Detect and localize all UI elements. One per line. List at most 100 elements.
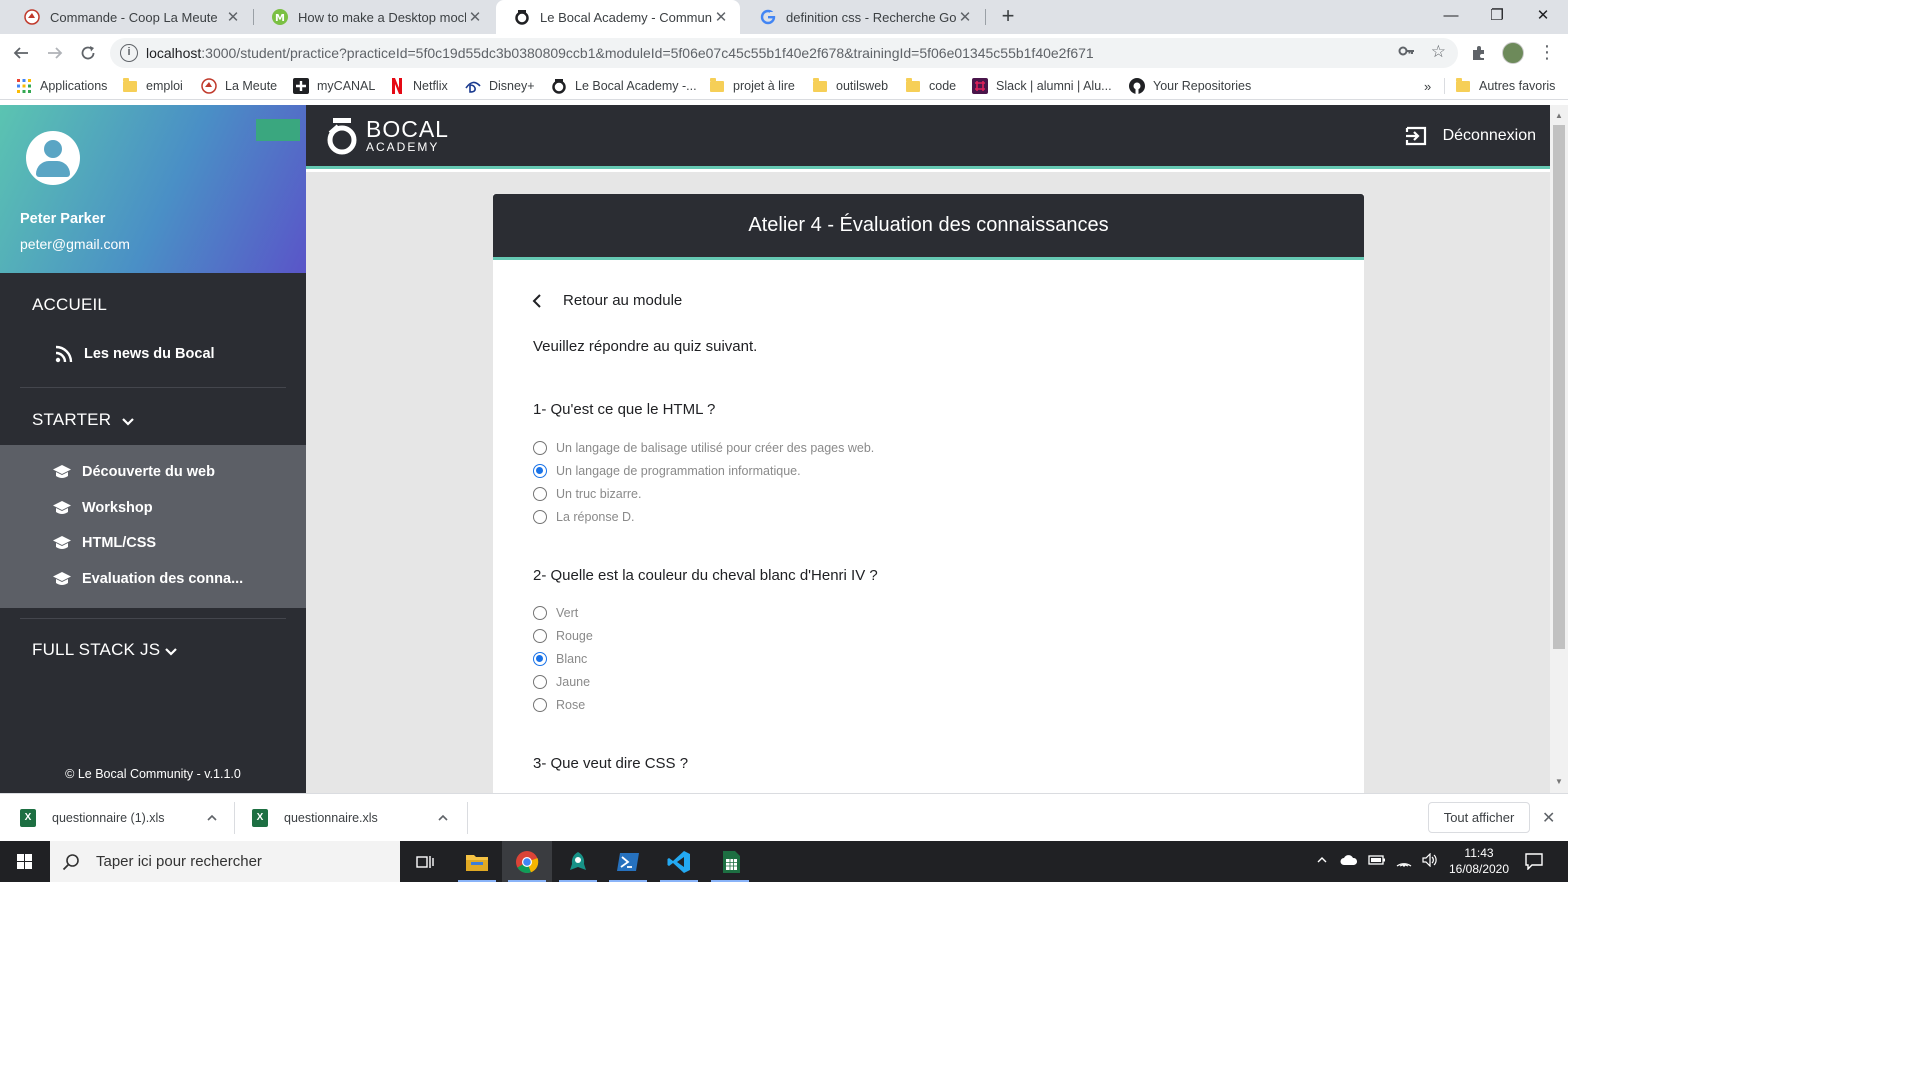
answer-option[interactable]: Un truc bizarre.	[533, 487, 641, 501]
chevron-up-icon[interactable]	[437, 812, 449, 824]
download-item-1[interactable]: X questionnaire (1).xls	[20, 794, 230, 842]
site-info-icon[interactable]: i	[120, 44, 138, 62]
tab-close-icon[interactable]: ✕	[712, 8, 730, 26]
section-accueil[interactable]: ACCUEIL	[32, 295, 107, 315]
tab-title: Le Bocal Academy - Community	[540, 9, 712, 25]
scroll-down-arrow-icon[interactable]: ▼	[1555, 777, 1563, 786]
bookmark-applications[interactable]: Applications	[16, 77, 107, 95]
logout-button[interactable]: Déconnexion	[1405, 125, 1536, 147]
download-item-2[interactable]: X questionnaire.xls	[252, 794, 462, 842]
browser-menu-icon[interactable]: ⋮	[1538, 42, 1556, 63]
tab-close-icon[interactable]: ✕	[956, 8, 974, 26]
answer-option[interactable]: Rose	[533, 698, 585, 712]
radio-button[interactable]	[533, 510, 547, 524]
sidebar-item-workshop[interactable]: Workshop	[52, 499, 153, 517]
taskbar-clock[interactable]: 11:43 16/08/2020	[1436, 845, 1522, 877]
sidebar-item-html-css[interactable]: HTML/CSS	[52, 534, 156, 552]
sidebar-item-news[interactable]: Les news du Bocal	[54, 345, 215, 363]
bookmark-label: myCANAL	[317, 79, 376, 93]
key-icon[interactable]	[1398, 44, 1416, 62]
tab-title: definition css - Recherche Google	[786, 9, 956, 25]
chevron-down-icon[interactable]	[163, 644, 179, 660]
folder-icon	[709, 77, 725, 94]
reload-icon[interactable]	[75, 40, 101, 66]
minimize-button[interactable]: —	[1428, 0, 1474, 32]
radio-button-checked[interactable]	[533, 464, 547, 478]
extensions-puzzle-icon[interactable]	[1470, 44, 1488, 67]
bookmarks-bar: Applications emploi La Meute myCANAL Net…	[0, 72, 1568, 100]
browser-tab-2[interactable]: M How to make a Desktop mockup ✕	[254, 0, 494, 34]
radio-button[interactable]	[533, 606, 547, 620]
sidebar-item-evaluation[interactable]: Evaluation des conna...	[52, 570, 243, 588]
radio-button[interactable]	[533, 629, 547, 643]
powershell-icon[interactable]	[603, 841, 653, 882]
answer-option[interactable]: Rouge	[533, 629, 593, 643]
answer-option[interactable]: Jaune	[533, 675, 590, 689]
browser-tab-1[interactable]: Commande - Coop La Meute ✕	[6, 0, 252, 34]
gitkraken-icon[interactable]	[553, 841, 603, 882]
page-scrollbar[interactable]: ▲ ▼	[1550, 105, 1568, 793]
bookmark-your-repositories[interactable]: Your Repositories	[1129, 77, 1251, 95]
answer-option[interactable]: Blanc	[533, 652, 587, 666]
wifi-icon[interactable]	[1396, 853, 1412, 870]
tab-close-icon[interactable]: ✕	[466, 8, 484, 26]
onedrive-cloud-icon[interactable]	[1340, 854, 1358, 869]
section-full-stack-js[interactable]: FULL STACK JS	[32, 640, 160, 660]
bookmark-autres-favoris[interactable]: Autres favoris	[1455, 77, 1555, 95]
sidebar-item-decouverte[interactable]: Découverte du web	[52, 463, 215, 481]
chevron-up-icon[interactable]	[1316, 854, 1328, 869]
chevron-down-icon[interactable]	[120, 414, 136, 430]
browser-tab-3[interactable]: Le Bocal Academy - Community ✕	[496, 0, 740, 34]
answer-option[interactable]: La réponse D.	[533, 510, 635, 524]
bookmark-star-icon[interactable]: ☆	[1431, 42, 1446, 62]
user-avatar-icon[interactable]	[26, 131, 80, 185]
close-downloads-icon[interactable]: ✕	[1542, 808, 1555, 828]
back-to-module-link[interactable]: Retour au module	[531, 292, 682, 309]
bookmark-le-bocal-academy[interactable]: Le Bocal Academy -...	[551, 77, 697, 95]
radio-button[interactable]	[533, 675, 547, 689]
window-close-button[interactable]: ✕	[1520, 0, 1566, 32]
back-arrow-icon[interactable]	[8, 40, 34, 66]
radio-button[interactable]	[533, 487, 547, 501]
bookmark-disney[interactable]: Disney+	[465, 77, 535, 95]
browser-profile-avatar[interactable]	[1502, 42, 1524, 64]
file-explorer-icon[interactable]	[452, 841, 502, 882]
radio-button[interactable]	[533, 698, 547, 712]
bookmark-outilsweb[interactable]: outilsweb	[812, 77, 888, 95]
radio-button-checked[interactable]	[533, 652, 547, 666]
radio-button[interactable]	[533, 441, 547, 455]
chrome-icon[interactable]	[502, 841, 552, 882]
bookmark-projet-a-lire[interactable]: projet à lire	[709, 77, 795, 95]
graduation-cap-icon	[52, 499, 72, 517]
answer-option[interactable]: Vert	[533, 606, 578, 620]
restore-button[interactable]: ❐	[1474, 0, 1520, 32]
url-text[interactable]: localhost:3000/student/practice?practice…	[146, 45, 1094, 61]
scroll-up-arrow-icon[interactable]: ▲	[1555, 111, 1563, 120]
address-bar[interactable]: i localhost:3000/student/practice?practi…	[110, 38, 1458, 68]
windows-start-icon[interactable]	[0, 841, 50, 882]
section-starter[interactable]: STARTER	[32, 410, 111, 430]
browser-tab-4[interactable]: definition css - Recherche Google ✕	[742, 0, 984, 34]
taskbar-search-box[interactable]: Taper ici pour rechercher	[50, 841, 400, 882]
task-view-icon[interactable]	[400, 841, 450, 882]
new-tab-button[interactable]: +	[996, 5, 1020, 29]
bookmark-la-meute[interactable]: La Meute	[201, 77, 277, 95]
battery-icon[interactable]	[1368, 854, 1386, 869]
bookmark-emploi[interactable]: emploi	[122, 77, 183, 95]
tab-close-icon[interactable]: ✕	[224, 8, 242, 26]
bookmark-mycanal[interactable]: myCANAL	[293, 77, 375, 95]
bookmark-code[interactable]: code	[905, 77, 956, 95]
show-all-downloads-button[interactable]: Tout afficher	[1428, 802, 1530, 833]
answer-option[interactable]: Un langage de balisage utilisé pour crée…	[533, 441, 874, 455]
scrollbar-thumb[interactable]	[1553, 125, 1565, 649]
notification-center-icon[interactable]	[1524, 852, 1544, 871]
vscode-icon[interactable]	[654, 841, 704, 882]
answer-option[interactable]: Un langage de programmation informatique…	[533, 464, 801, 478]
bocal-academy-logo[interactable]: BOCAL ACADEMY	[326, 117, 449, 155]
excel-icon[interactable]	[705, 841, 755, 882]
bookmark-netflix[interactable]: Netflix	[389, 77, 448, 95]
forward-arrow-icon[interactable]	[42, 40, 68, 66]
more-bookmarks-button[interactable]: »	[1424, 77, 1431, 95]
chevron-up-icon[interactable]	[206, 812, 218, 824]
bookmark-slack[interactable]: Slack | alumni | Alu...	[972, 77, 1112, 95]
